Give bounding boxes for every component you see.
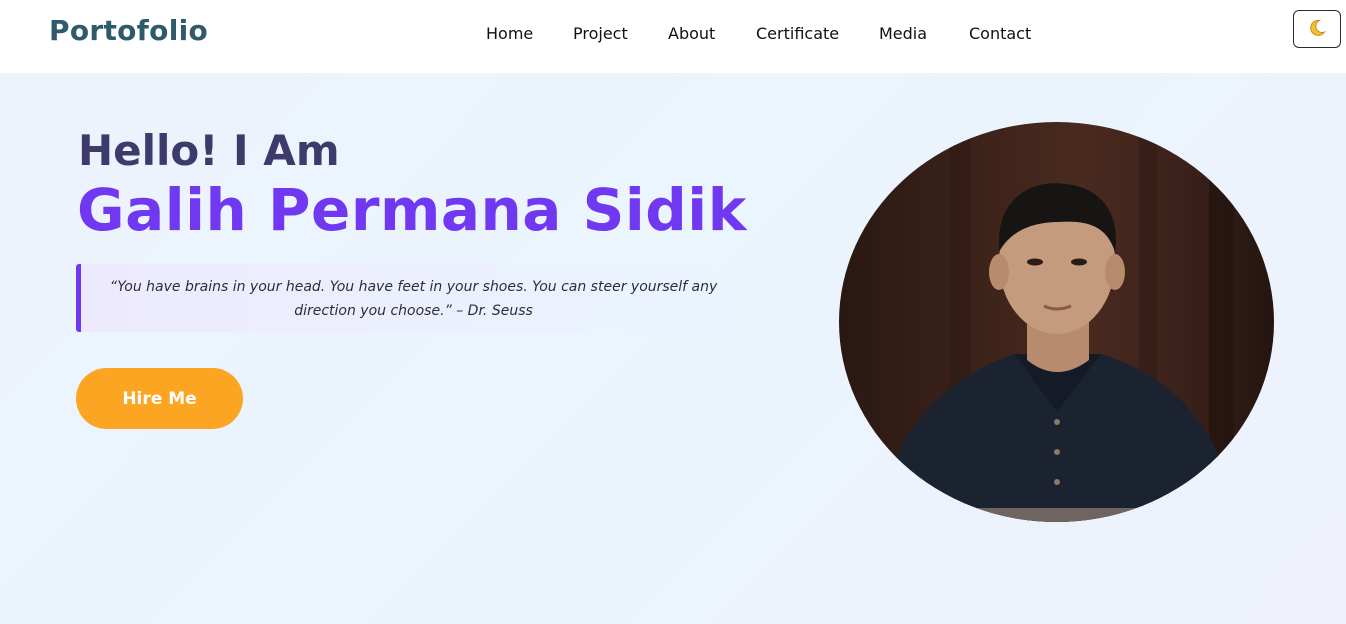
- nav-link-home[interactable]: Home: [486, 24, 533, 43]
- hire-me-button[interactable]: Hire Me: [76, 368, 243, 429]
- nav-link-media[interactable]: Media: [879, 24, 927, 43]
- moon-icon: [1307, 18, 1327, 41]
- nav-link-certificate[interactable]: Certificate: [756, 24, 839, 43]
- profile-photo: [839, 122, 1274, 522]
- top-navbar: Portofolio Home Project About Certificat…: [0, 0, 1346, 73]
- nav-link-contact[interactable]: Contact: [969, 24, 1031, 43]
- brand-logo[interactable]: Portofolio: [49, 14, 208, 47]
- greeting-heading: Hello! I Am: [78, 126, 340, 175]
- nav-link-about[interactable]: About: [668, 24, 715, 43]
- theme-toggle-button[interactable]: [1293, 10, 1341, 48]
- quote-block: “You have brains in your head. You have …: [76, 264, 736, 332]
- nav-link-project[interactable]: Project: [573, 24, 628, 43]
- name-heading: Galih Permana Sidik: [77, 176, 747, 244]
